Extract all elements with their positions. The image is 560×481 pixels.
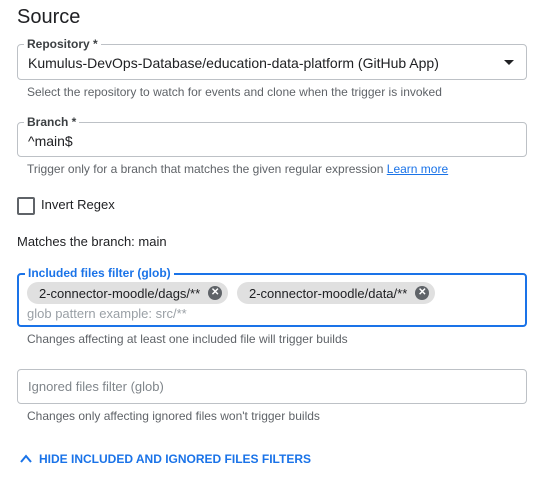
ignored-filter-placeholder: Ignored files filter (glob)	[28, 379, 164, 394]
invert-regex-label: Invert Regex	[41, 197, 115, 212]
repository-hint: Select the repository to watch for event…	[27, 85, 442, 99]
included-files-filter[interactable]: Included files filter (glob) 2-connector…	[17, 266, 527, 327]
invert-regex-checkbox[interactable]	[17, 197, 35, 215]
repository-label: Repository *	[24, 37, 101, 51]
repository-select[interactable]: Repository * Kumulus-DevOps-Database/edu…	[17, 37, 527, 80]
branch-hint-text: Trigger only for a branch that matches t…	[27, 162, 384, 176]
remove-chip-icon[interactable]: ✕	[208, 286, 223, 300]
branch-label: Branch *	[24, 115, 80, 129]
branch-value: ^main$	[28, 133, 73, 149]
hide-filters-button[interactable]: HIDE INCLUDED AND IGNORED FILES FILTERS	[19, 452, 311, 466]
chevron-up-icon	[20, 454, 32, 463]
chip-label: 2-connector-moodle/data/**	[249, 285, 408, 301]
chip-label: 2-connector-moodle/dags/**	[39, 285, 201, 301]
filter-chip[interactable]: 2-connector-moodle/data/** ✕	[237, 282, 436, 304]
included-filter-label: Included files filter (glob)	[25, 266, 174, 280]
included-filter-hint: Changes affecting at least one included …	[27, 332, 348, 346]
hide-filters-label: HIDE INCLUDED AND IGNORED FILES FILTERS	[39, 452, 312, 466]
ignored-files-filter[interactable]: Ignored files filter (glob)	[17, 369, 527, 404]
remove-chip-icon[interactable]: ✕	[415, 286, 430, 300]
glob-pattern-input[interactable]	[27, 306, 507, 321]
branch-hint: Trigger only for a branch that matches t…	[27, 162, 448, 176]
dropdown-arrow-icon[interactable]	[504, 60, 514, 65]
repository-value: Kumulus-DevOps-Database/education-data-p…	[28, 55, 439, 71]
filter-chip[interactable]: 2-connector-moodle/dags/** ✕	[27, 282, 229, 304]
branch-input[interactable]: Branch * ^main$	[17, 115, 527, 157]
section-title: Source	[17, 6, 81, 28]
learn-more-link[interactable]: Learn more	[387, 162, 448, 176]
ignored-filter-hint: Changes only affecting ignored files won…	[27, 409, 320, 423]
matches-text: Matches the branch: main	[17, 234, 167, 249]
